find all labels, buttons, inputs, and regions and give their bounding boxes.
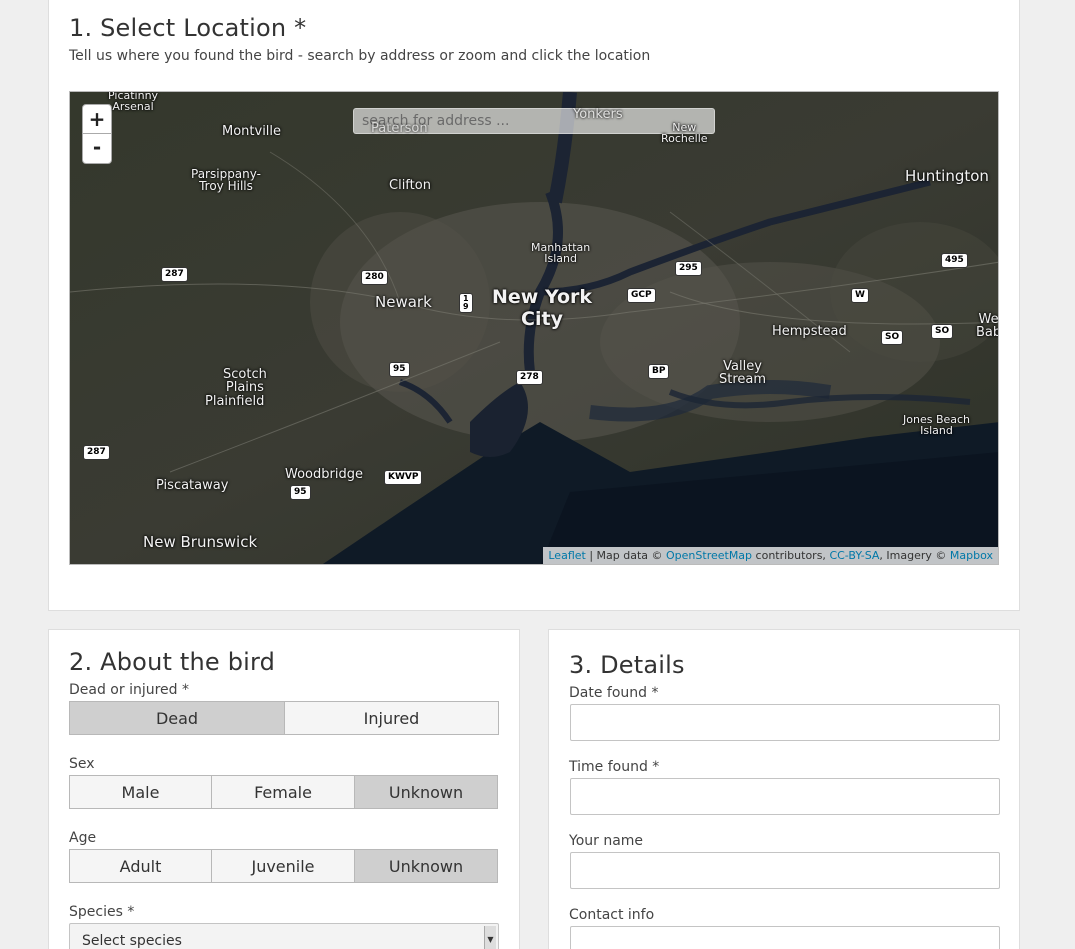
highway-shield: 495: [941, 253, 968, 268]
attribution-text: , Imagery ©: [879, 549, 950, 562]
highway-shield: BP: [648, 364, 670, 379]
dead-or-injured-toggle: Dead Injured: [69, 701, 499, 735]
license-link[interactable]: CC-BY-SA: [829, 549, 879, 562]
chevron-down-icon: ▼: [484, 926, 496, 949]
age-juvenile-option[interactable]: Juvenile: [212, 849, 355, 883]
leaflet-link[interactable]: Leaflet: [548, 549, 585, 562]
sex-unknown-option[interactable]: Unknown: [355, 775, 498, 809]
location-title: 1. Select Location *: [69, 14, 307, 42]
place-label: New Rochelle: [661, 121, 708, 145]
highway-shield: 287: [83, 445, 110, 460]
place-label: Picatinny Arsenal: [108, 91, 159, 113]
place-label: We Bab: [976, 312, 999, 340]
place-label: Newark: [375, 293, 432, 311]
place-label: Yonkers: [573, 107, 623, 122]
attribution-text: | Map data ©: [585, 549, 667, 562]
place-label: Valley Stream: [719, 359, 767, 387]
zoom-out-button[interactable]: -: [82, 134, 112, 164]
sex-male-option[interactable]: Male: [69, 775, 212, 809]
place-label: Montville: [222, 124, 282, 139]
highway-shield: 278: [516, 370, 543, 385]
place-label: Hempstead: [772, 324, 847, 339]
species-select[interactable]: Select species ▼: [69, 923, 499, 949]
sex-female-option[interactable]: Female: [212, 775, 355, 809]
highway-shield: 295: [675, 261, 702, 276]
location-subtitle: Tell us where you found the bird - searc…: [69, 48, 651, 64]
highway-shield: KWVP: [384, 470, 423, 485]
place-label: Piscataway: [156, 478, 229, 493]
highway-shield: 280: [361, 270, 388, 285]
time-found-input[interactable]: [570, 778, 1000, 815]
details-title: 3. Details: [569, 651, 685, 679]
species-label: Species *: [69, 904, 135, 920]
date-found-input[interactable]: [570, 704, 1000, 741]
highway-shield: 1 9: [459, 293, 473, 313]
about-bird-title: 2. About the bird: [69, 648, 276, 676]
place-label: Plainfield: [205, 394, 265, 409]
place-label: New Brunswick: [143, 533, 258, 551]
place-label: Manhattan Island: [531, 241, 591, 265]
injured-option[interactable]: Injured: [285, 701, 499, 735]
your-name-input[interactable]: [570, 852, 1000, 889]
contact-info-input[interactable]: [570, 926, 1000, 949]
mapbox-link[interactable]: Mapbox: [950, 549, 993, 562]
highway-shield: SO: [931, 324, 954, 339]
age-adult-option[interactable]: Adult: [69, 849, 212, 883]
map[interactable]: + - Picatinny Arsenal Montville Paterson…: [69, 91, 999, 565]
sex-label: Sex: [69, 756, 95, 772]
dead-option[interactable]: Dead: [69, 701, 285, 735]
age-unknown-option[interactable]: Unknown: [355, 849, 498, 883]
place-label: New York City: [492, 286, 593, 330]
age-label: Age: [69, 830, 97, 846]
place-label: Parsippany- Troy Hills: [191, 167, 261, 193]
contact-info-label: Contact info: [569, 907, 655, 923]
place-label: Paterson: [371, 121, 428, 136]
place-label: Scotch Plains: [223, 367, 267, 395]
highway-shield: SO: [881, 330, 904, 345]
place-label: Woodbridge: [285, 467, 363, 482]
date-found-label: Date found *: [569, 685, 659, 701]
attribution-text: contributors,: [752, 549, 830, 562]
map-attribution: Leaflet | Map data © OpenStreetMap contr…: [543, 547, 998, 564]
sex-toggle: Male Female Unknown: [69, 775, 498, 809]
species-selected-value: Select species: [82, 933, 182, 949]
highway-shield: 287: [161, 267, 188, 282]
place-label: Jones Beach Island: [903, 413, 971, 437]
age-toggle: Adult Juvenile Unknown: [69, 849, 498, 883]
place-label: Huntington: [905, 167, 989, 185]
time-found-label: Time found *: [569, 759, 660, 775]
place-label: Clifton: [389, 178, 431, 193]
highway-shield: W: [851, 288, 869, 303]
highway-shield: GCP: [627, 288, 656, 303]
dead-or-injured-label: Dead or injured *: [69, 682, 190, 698]
osm-link[interactable]: OpenStreetMap: [666, 549, 752, 562]
highway-shield: 95: [389, 362, 410, 377]
highway-shield: 95: [290, 485, 311, 500]
your-name-label: Your name: [569, 833, 644, 849]
